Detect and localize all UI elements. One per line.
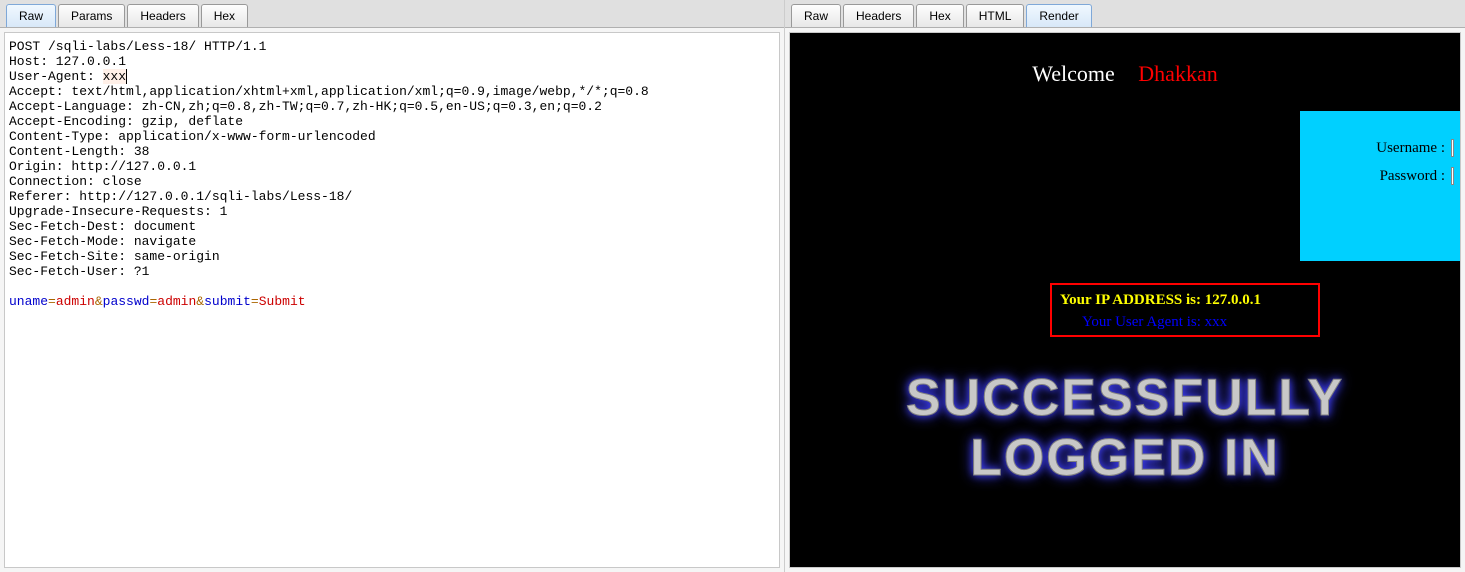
username-input[interactable] [1451, 139, 1454, 157]
request-editor[interactable]: POST /sqli-labs/Less-18/ HTTP/1.1Host: 1… [4, 32, 780, 568]
request-line: Sec-Fetch-Site: same-origin [9, 249, 775, 264]
tab-raw-response[interactable]: Raw [791, 4, 841, 27]
tab-render-response[interactable]: Render [1026, 4, 1091, 27]
dhakkan-text: Dhakkan [1138, 61, 1217, 86]
user-agent-line: Your User Agent is: xxx [1082, 311, 1310, 333]
request-line: Referer: http://127.0.0.1/sqli-labs/Less… [9, 189, 775, 204]
tab-html-response[interactable]: HTML [966, 4, 1025, 27]
login-form: Username : Password : [1300, 111, 1460, 261]
tab-params[interactable]: Params [58, 4, 125, 27]
render-viewport: Welcome Dhakkan Username : Password : Yo… [789, 32, 1461, 568]
response-panel: Raw Headers Hex HTML Render Welcome Dhak… [785, 0, 1465, 572]
info-box: Your IP ADDRESS is: 127.0.0.1 Your User … [1050, 283, 1320, 337]
request-line: Accept-Encoding: gzip, deflate [9, 114, 775, 129]
username-label: Username : [1376, 140, 1445, 157]
success-line-1: SUCCESSFULLY [790, 368, 1460, 428]
request-line: Connection: close [9, 174, 775, 189]
tab-raw[interactable]: Raw [6, 4, 56, 27]
welcome-text: Welcome [1032, 61, 1115, 86]
password-row: Password : [1306, 167, 1454, 185]
password-label: Password : [1380, 168, 1445, 185]
password-input[interactable] [1451, 167, 1454, 185]
request-line: Host: 127.0.0.1 [9, 54, 775, 69]
request-line: Content-Type: application/x-www-form-url… [9, 129, 775, 144]
username-row: Username : [1306, 139, 1454, 157]
request-line: POST /sqli-labs/Less-18/ HTTP/1.1 [9, 39, 775, 54]
request-blank-line [9, 279, 775, 294]
ip-address-line: Your IP ADDRESS is: 127.0.0.1 [1060, 289, 1310, 311]
tab-headers-response[interactable]: Headers [843, 4, 914, 27]
success-banner: SUCCESSFULLY LOGGED IN [790, 368, 1460, 488]
request-line: Sec-Fetch-User: ?1 [9, 264, 775, 279]
request-line: Origin: http://127.0.0.1 [9, 159, 775, 174]
tab-headers[interactable]: Headers [127, 4, 198, 27]
request-line: Accept-Language: zh-CN,zh;q=0.8,zh-TW;q=… [9, 99, 775, 114]
request-line: Sec-Fetch-Dest: document [9, 219, 775, 234]
tab-hex-response[interactable]: Hex [916, 4, 963, 27]
request-line: Accept: text/html,application/xhtml+xml,… [9, 84, 775, 99]
request-line: User-Agent: xxx [9, 69, 775, 84]
left-tab-bar: Raw Params Headers Hex [0, 0, 784, 28]
request-line: Content-Length: 38 [9, 144, 775, 159]
request-line: Upgrade-Insecure-Requests: 1 [9, 204, 775, 219]
tab-hex[interactable]: Hex [201, 4, 248, 27]
success-line-2: LOGGED IN [790, 428, 1460, 488]
request-panel: Raw Params Headers Hex POST /sqli-labs/L… [0, 0, 785, 572]
request-line: Sec-Fetch-Mode: navigate [9, 234, 775, 249]
welcome-heading: Welcome Dhakkan [790, 61, 1460, 87]
right-tab-bar: Raw Headers Hex HTML Render [785, 0, 1465, 28]
request-body: uname=admin&passwd=admin&submit=Submit [9, 294, 775, 309]
